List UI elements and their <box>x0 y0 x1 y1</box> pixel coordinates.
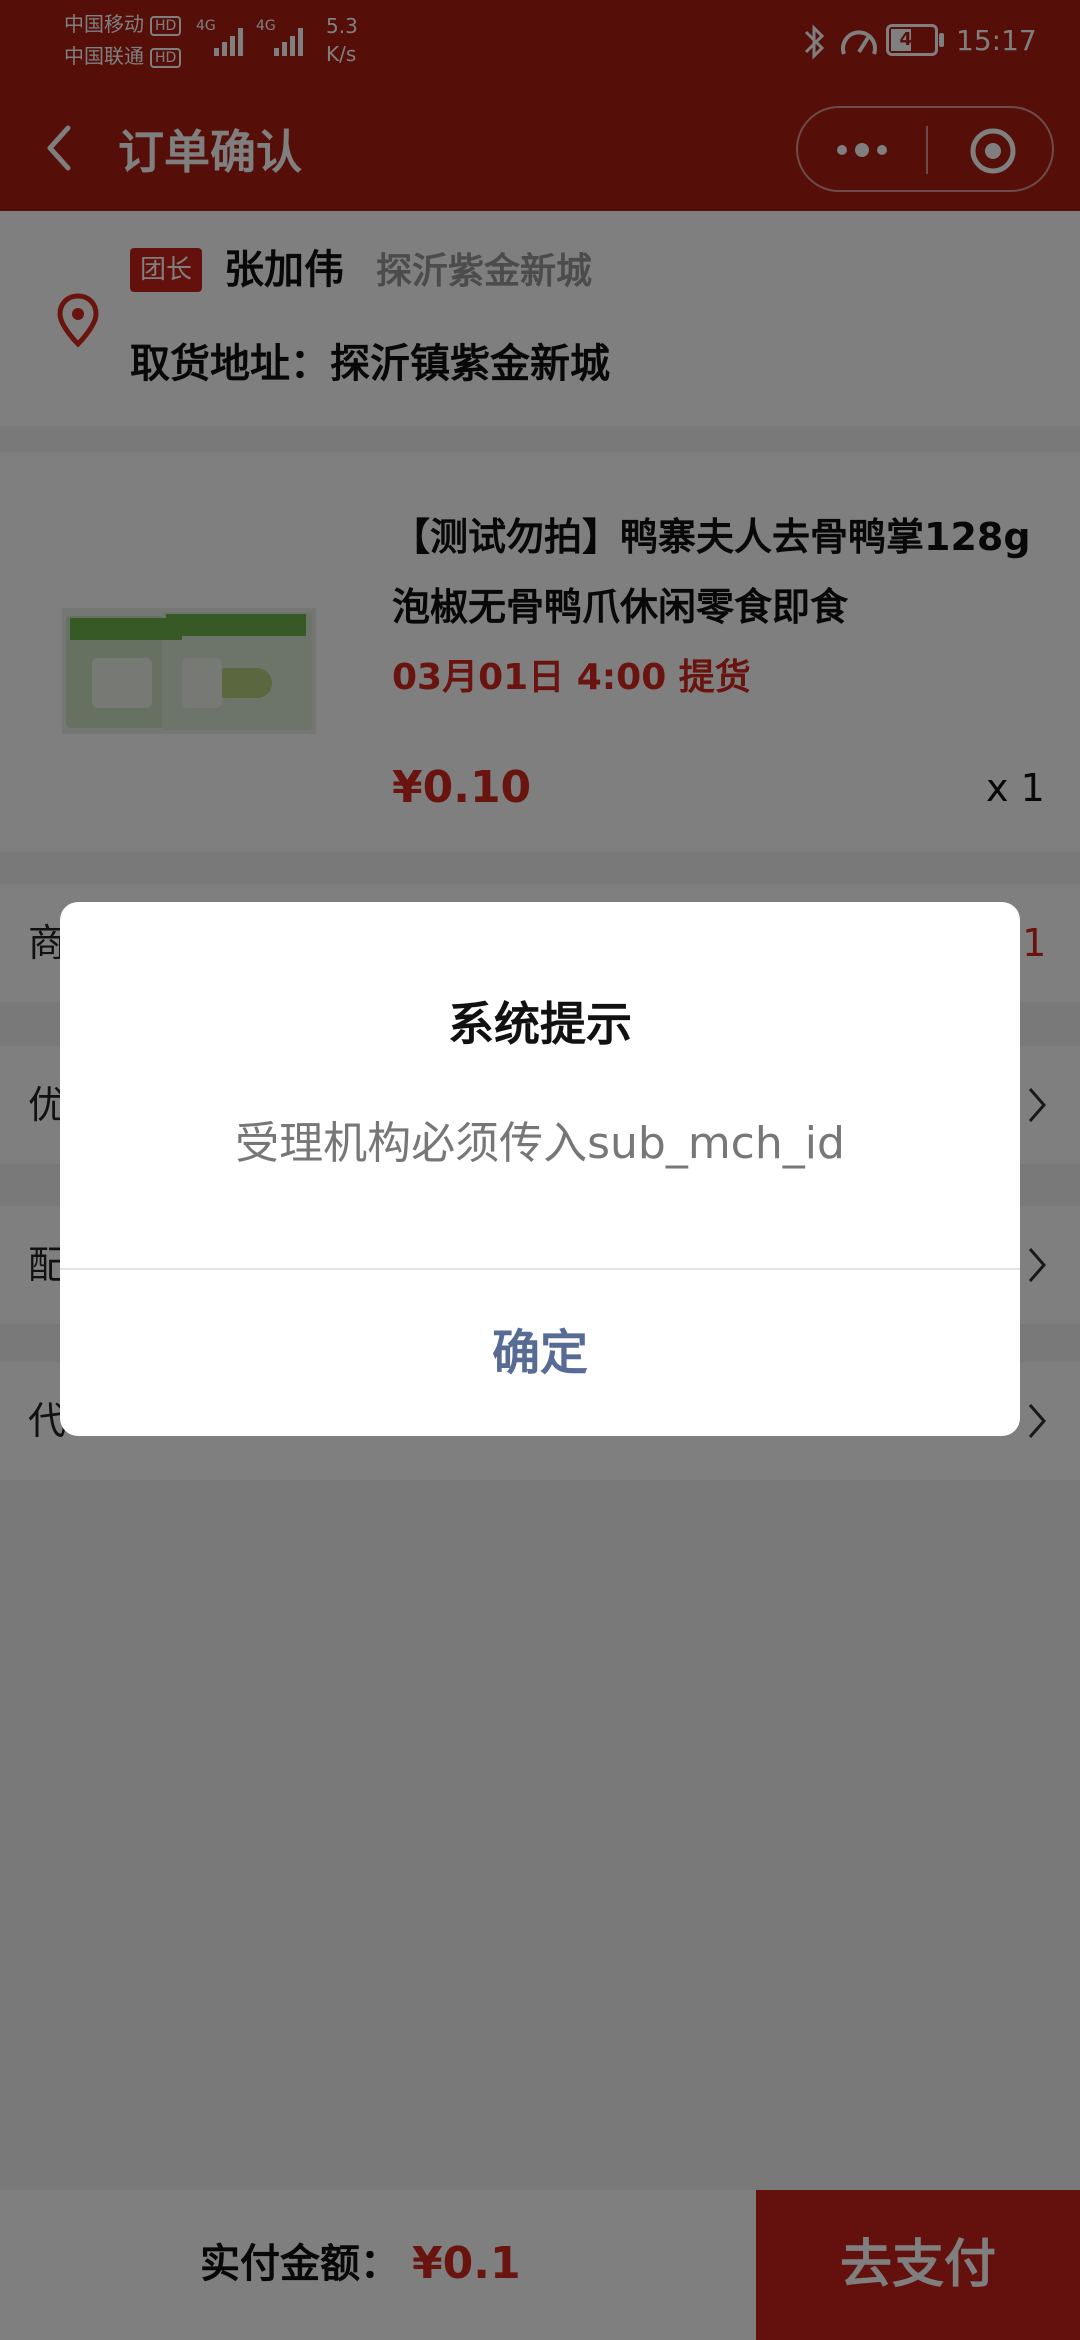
system-alert-dialog: 系统提示 受理机构必须传入sub_mch_id 确定 <box>60 902 1020 1436</box>
dialog-message: 受理机构必须传入sub_mch_id <box>235 1118 845 1169</box>
dialog-title: 系统提示 <box>448 997 632 1051</box>
dialog-confirm-button[interactable]: 确定 <box>60 1270 1020 1436</box>
